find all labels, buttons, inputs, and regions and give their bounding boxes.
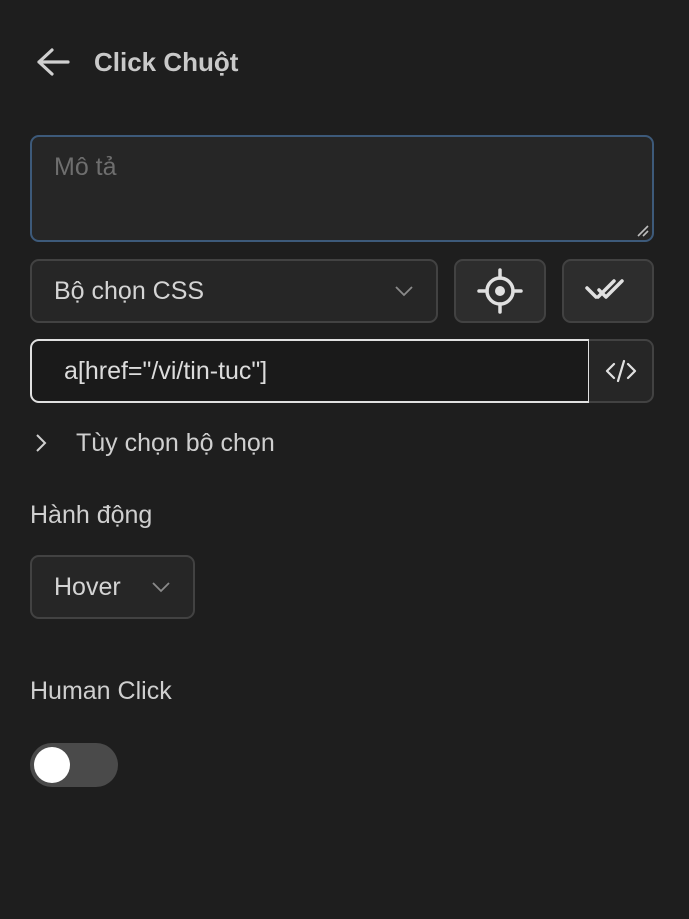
selector-options-toggle[interactable]: Tùy chọn bộ chọn (34, 423, 275, 463)
description-field-wrapper (30, 135, 654, 242)
selector-type-select[interactable]: Bộ chọn CSS (30, 259, 438, 323)
selector-value: a[href="/vi/tin-tuc"] (64, 356, 268, 385)
chevron-down-icon (152, 582, 170, 593)
resize-grip-icon[interactable] (635, 223, 649, 237)
selector-input[interactable]: a[href="/vi/tin-tuc"] (30, 339, 590, 403)
selector-row: a[href="/vi/tin-tuc"] (30, 339, 654, 403)
action-label: Hành động (30, 501, 153, 529)
double-check-icon (585, 279, 624, 299)
human-click-label: Human Click (30, 677, 172, 705)
code-editor-button[interactable] (589, 339, 654, 403)
arrow-left-icon (37, 48, 70, 76)
code-icon (605, 359, 636, 383)
selector-options-label: Tùy chọn bộ chọn (76, 428, 275, 457)
page-header: Click Chuột (36, 42, 238, 82)
verify-selector-button[interactable] (562, 259, 654, 323)
chevron-down-icon (395, 286, 413, 297)
human-click-toggle[interactable] (30, 743, 118, 787)
chevron-right-icon (36, 434, 47, 452)
pick-element-button[interactable] (454, 259, 546, 323)
toggle-knob (34, 747, 70, 783)
back-button[interactable] (36, 42, 72, 82)
selector-type-value: Bộ chọn CSS (54, 276, 205, 305)
action-select[interactable]: Hover (30, 555, 195, 619)
action-value: Hover (54, 572, 121, 601)
crosshair-icon (477, 268, 523, 314)
page-title: Click Chuột (94, 46, 239, 77)
description-input[interactable] (32, 137, 652, 240)
